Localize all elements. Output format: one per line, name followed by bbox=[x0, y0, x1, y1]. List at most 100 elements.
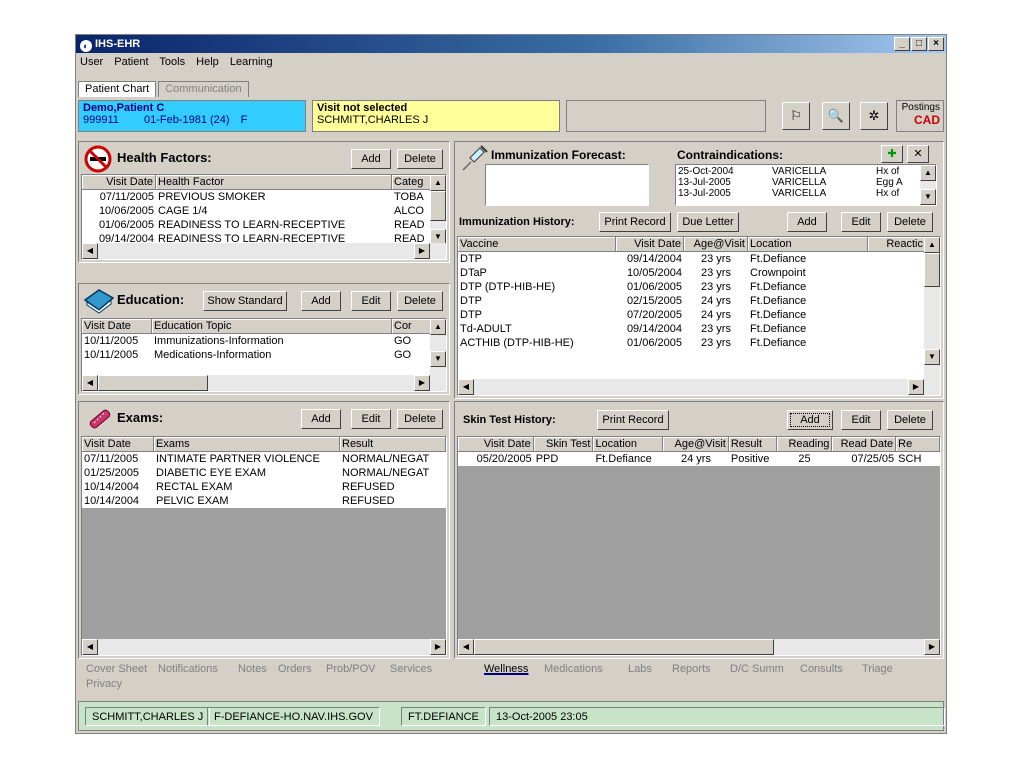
immunization-add-button[interactable]: Add bbox=[787, 212, 827, 232]
menu-tools[interactable]: Tools bbox=[159, 56, 185, 68]
column-header[interactable]: Age@Visit bbox=[663, 437, 729, 452]
education-delete-button[interactable]: Delete bbox=[397, 291, 443, 311]
immunization-history-grid[interactable]: Vaccine Visit Date Age@Visit Location Re… bbox=[457, 236, 941, 396]
scroll-right-icon[interactable]: ▶ bbox=[924, 639, 940, 655]
table-row[interactable]: 10/14/2004 PELVIC EXAM REFUSED bbox=[82, 494, 446, 508]
table-row[interactable]: Td-ADULT 09/14/2004 23 yrs Ft.Defiance bbox=[458, 322, 940, 336]
table-row[interactable]: DTP 09/14/2004 23 yrs Ft.Defiance bbox=[458, 252, 940, 266]
column-header[interactable]: Read Date bbox=[832, 437, 897, 452]
table-row[interactable]: 10/11/2005 Immunizations-Information GO bbox=[82, 334, 446, 348]
column-header[interactable]: Visit Date bbox=[82, 175, 156, 190]
immunization-vscroll[interactable]: ▲ ▼ bbox=[924, 237, 940, 381]
column-header[interactable]: Exams bbox=[154, 437, 340, 452]
table-row[interactable]: DTaP 10/05/2004 23 yrs Crownpoint bbox=[458, 266, 940, 280]
health-factors-grid[interactable]: Visit Date Health Factor Categ 07/11/200… bbox=[81, 174, 447, 260]
contraindications-list[interactable]: 25-Oct-2004 VARICELLA Hx of 13-Jul-2005 … bbox=[675, 164, 937, 206]
table-row[interactable]: DTP (DTP-HIB-HE) 01/06/2005 23 yrs Ft.Defia… bbox=[458, 280, 940, 294]
contraindications-vscroll[interactable]: ▲ ▼ bbox=[920, 165, 936, 205]
exams-hscroll[interactable]: ◀ ▶ bbox=[82, 639, 446, 655]
skin-test-edit-button[interactable]: Edit bbox=[841, 410, 881, 430]
postings-button[interactable]: Postings CAD bbox=[896, 100, 944, 132]
menu-help[interactable]: Help bbox=[196, 56, 219, 68]
table-row[interactable]: 07/11/2005 PREVIOUS SMOKER TOBA bbox=[82, 190, 446, 204]
exams-delete-button[interactable]: Delete bbox=[397, 409, 443, 429]
table-row[interactable]: 05/20/2005 PPD Ft.Defiance 24 yrs Positi… bbox=[458, 452, 940, 466]
immunization-delete-button[interactable]: Delete bbox=[887, 212, 933, 232]
table-row[interactable]: 10/06/2005 CAGE 1/4 ALCO bbox=[82, 204, 446, 218]
maximize-button[interactable]: □ bbox=[911, 37, 927, 51]
immunization-forecast-list[interactable] bbox=[485, 164, 649, 206]
tab-orders[interactable]: Orders bbox=[278, 662, 312, 676]
tab-medications[interactable]: Medications bbox=[544, 662, 603, 676]
search-record-button[interactable]: 🔍 bbox=[822, 102, 850, 130]
tab-labs[interactable]: Labs bbox=[628, 662, 652, 676]
skin-test-add-button[interactable]: Add bbox=[787, 410, 833, 430]
contraindication-remove-button[interactable]: ✕ bbox=[907, 145, 929, 163]
education-hscroll[interactable]: ◀ ▶ bbox=[82, 375, 446, 391]
table-row[interactable]: DTP 07/20/2005 24 yrs Ft.Defiance bbox=[458, 308, 940, 322]
education-vscroll[interactable]: ▲ ▼ bbox=[430, 319, 446, 377]
scroll-right-icon[interactable]: ▶ bbox=[430, 639, 446, 655]
scroll-thumb[interactable] bbox=[474, 639, 774, 655]
column-header[interactable]: Reactic bbox=[868, 237, 926, 252]
scroll-up-icon[interactable]: ▲ bbox=[430, 319, 446, 335]
menu-user[interactable]: User bbox=[80, 56, 103, 68]
tab-communication[interactable]: Communication bbox=[158, 81, 249, 97]
column-header[interactable]: Education Topic bbox=[152, 319, 392, 334]
tab-notes[interactable]: Notes bbox=[238, 662, 267, 676]
health-factors-vscroll[interactable]: ▲ ▼ bbox=[430, 175, 446, 245]
scroll-left-icon[interactable]: ◀ bbox=[458, 379, 474, 395]
exams-add-button[interactable]: Add bbox=[301, 409, 341, 429]
column-header[interactable]: Reading bbox=[776, 437, 833, 452]
skin-test-print-record-button[interactable]: Print Record bbox=[597, 410, 669, 430]
show-standard-button[interactable]: Show Standard bbox=[203, 291, 287, 311]
allergy-button[interactable]: ✲ bbox=[860, 102, 888, 130]
scroll-right-icon[interactable]: ▶ bbox=[414, 243, 430, 259]
scroll-down-icon[interactable]: ▼ bbox=[430, 351, 446, 367]
tab-services[interactable]: Services bbox=[390, 662, 432, 676]
scroll-down-icon[interactable]: ▼ bbox=[924, 349, 940, 365]
table-row[interactable]: 01/06/2005 READINESS TO LEARN-RECEPTIVE RE… bbox=[82, 218, 446, 232]
column-header[interactable]: Visit Date bbox=[82, 319, 152, 334]
education-edit-button[interactable]: Edit bbox=[351, 291, 391, 311]
tab-dc-summ[interactable]: D/C Summ bbox=[730, 662, 784, 676]
due-letter-button[interactable]: Due Letter bbox=[677, 212, 739, 232]
scroll-left-icon[interactable]: ◀ bbox=[82, 639, 98, 655]
health-factors-delete-button[interactable]: Delete bbox=[397, 149, 443, 169]
scroll-down-icon[interactable]: ▼ bbox=[920, 189, 936, 205]
column-header[interactable]: Location bbox=[748, 237, 868, 252]
column-header[interactable]: Visit Date bbox=[616, 237, 684, 252]
immunization-hscroll[interactable]: ◀ ▶ bbox=[458, 379, 940, 395]
scroll-thumb[interactable] bbox=[430, 191, 446, 221]
skin-test-hscroll[interactable]: ◀ ▶ bbox=[458, 639, 940, 655]
scroll-up-icon[interactable]: ▲ bbox=[430, 175, 446, 191]
column-header[interactable]: Skin Test bbox=[533, 437, 594, 452]
skin-test-grid[interactable]: Visit Date Skin Test Location Age@Visit … bbox=[457, 436, 941, 656]
tab-triage[interactable]: Triage bbox=[862, 662, 893, 676]
close-button[interactable]: × bbox=[928, 37, 944, 51]
education-grid[interactable]: Visit Date Education Topic Cor 10/11/200… bbox=[81, 318, 447, 392]
table-row[interactable]: 10/11/2005 Medications-Information GO bbox=[82, 348, 446, 362]
column-header[interactable]: Result bbox=[728, 437, 777, 452]
scroll-up-icon[interactable]: ▲ bbox=[920, 165, 936, 181]
exams-edit-button[interactable]: Edit bbox=[351, 409, 391, 429]
menu-learning[interactable]: Learning bbox=[230, 56, 273, 68]
table-row[interactable]: ACTHIB (DTP-HIB-HE) 01/06/2005 23 yrs Ft.De… bbox=[458, 336, 940, 350]
scroll-up-icon[interactable]: ▲ bbox=[924, 237, 940, 253]
tab-reports[interactable]: Reports bbox=[672, 662, 711, 676]
column-header[interactable]: Vaccine bbox=[458, 237, 616, 252]
scroll-left-icon[interactable]: ◀ bbox=[458, 639, 474, 655]
tab-prob-pov[interactable]: Prob/POV bbox=[326, 662, 376, 676]
table-row[interactable]: 07/11/2005 INTIMATE PARTNER VIOLENCE NORMA… bbox=[82, 452, 446, 466]
minimize-button[interactable]: _ bbox=[894, 37, 910, 51]
column-header[interactable]: Visit Date bbox=[82, 437, 154, 452]
tab-consults[interactable]: Consults bbox=[800, 662, 843, 676]
column-header[interactable]: Health Factor bbox=[156, 175, 392, 190]
column-header[interactable]: Result bbox=[340, 437, 446, 452]
tab-patient-chart[interactable]: Patient Chart bbox=[78, 81, 157, 97]
scroll-right-icon[interactable]: ▶ bbox=[908, 379, 924, 395]
immunization-edit-button[interactable]: Edit bbox=[841, 212, 881, 232]
column-header[interactable]: Visit Date bbox=[458, 437, 534, 452]
patient-info[interactable]: Demo,Patient C 999911 01-Feb-1981 (24) F bbox=[78, 100, 306, 132]
tab-wellness[interactable]: Wellness bbox=[484, 662, 528, 676]
